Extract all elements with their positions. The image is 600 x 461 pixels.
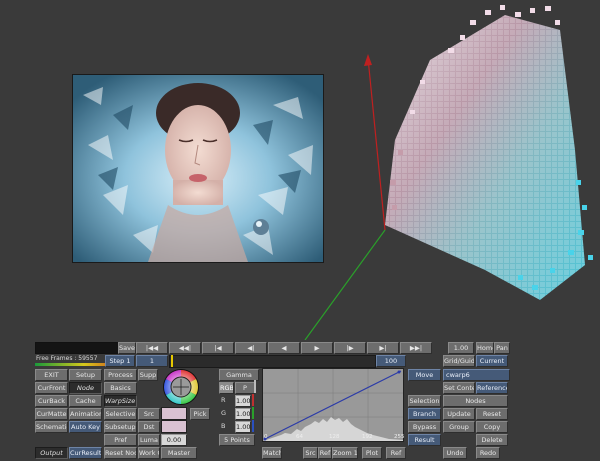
move-button[interactable]: Move (408, 369, 441, 381)
b-gamma-field[interactable]: 1.00 (235, 421, 251, 433)
animation-button[interactable]: Animation (69, 408, 102, 420)
r-gamma-indicator (252, 394, 254, 406)
group-button[interactable]: Group (443, 421, 475, 433)
curfront-button[interactable]: CurFront (35, 382, 68, 394)
transport-first-button[interactable]: |◀◀ (136, 342, 168, 354)
result-button[interactable]: Result (408, 434, 441, 446)
cache-button[interactable]: Cache (69, 395, 102, 407)
g-label: G (221, 409, 227, 417)
points-dropdown[interactable]: 5 Points (219, 434, 255, 446)
zoom-button[interactable]: Zoom 1.0 (332, 447, 358, 459)
b-label: B (221, 422, 226, 430)
node-name-field[interactable]: cwarp6 (443, 369, 510, 381)
undo-button[interactable]: Undo (443, 447, 467, 459)
master-dropdown[interactable]: Master (161, 447, 197, 459)
luma-value-field[interactable]: 0.00 (161, 434, 187, 446)
bypass-button[interactable]: Bypass (408, 421, 441, 433)
src-hist-button[interactable]: Src (303, 447, 318, 459)
hist-tick-255: 255 (394, 434, 405, 440)
save-button[interactable]: Save (118, 342, 136, 354)
supp-button[interactable]: Supp (138, 369, 158, 381)
redo-button[interactable]: Redo (476, 447, 500, 459)
image-viewer[interactable] (72, 74, 324, 263)
reference-button[interactable]: Reference (476, 382, 508, 394)
reset-node-button[interactable]: Reset Node (104, 447, 137, 459)
src-button[interactable]: Src (138, 408, 160, 420)
process-button[interactable]: Process (104, 369, 137, 381)
transport-step-fwd-button[interactable]: |▶ (334, 342, 366, 354)
src-swatch[interactable] (161, 407, 187, 420)
transport-back-button[interactable]: ◀| (235, 342, 267, 354)
dst-button[interactable]: Dst (138, 421, 160, 433)
hist-tick-64: 64 (296, 434, 303, 440)
update-button[interactable]: Update (443, 408, 475, 420)
plot-button[interactable]: Plot (362, 447, 382, 459)
set-context-button[interactable]: Set Context (443, 382, 475, 394)
color-cube-3d-view[interactable] (300, 0, 600, 340)
output-dropdown[interactable]: Output (35, 447, 68, 459)
viewer-image (73, 75, 323, 262)
transport-last-button[interactable]: ▶▶| (400, 342, 432, 354)
p-button[interactable]: P (235, 382, 255, 394)
rgb-button[interactable]: RGB (219, 382, 234, 394)
work-on-button[interactable]: Work On (138, 447, 160, 459)
current-frame-field[interactable]: 1 (136, 355, 168, 367)
hist-tick-192: 192 (362, 434, 373, 440)
curback-button[interactable]: CurBack (35, 395, 68, 407)
color-wheel[interactable] (162, 368, 200, 406)
transport-next-key-button[interactable]: ▶| (367, 342, 399, 354)
gamma-button[interactable]: Gamma (219, 369, 259, 381)
g-gamma-indicator (252, 407, 254, 419)
subsetups-button[interactable]: Subsetups (104, 421, 137, 433)
transport-prev-key-button[interactable]: ◀◀| (169, 342, 201, 354)
basics-dropdown[interactable]: Basics (104, 382, 137, 394)
current-button[interactable]: Current (476, 355, 508, 367)
match-button[interactable]: Match (262, 447, 282, 459)
step-button[interactable]: Step 1 (105, 355, 135, 367)
luma-button[interactable]: Luma (138, 434, 160, 446)
pref-button[interactable]: Pref (104, 434, 137, 446)
delete-button[interactable]: Delete (476, 434, 508, 446)
timeline-playhead[interactable] (171, 355, 173, 367)
home-button[interactable]: Home (476, 342, 494, 354)
hist-tick-0: 0 (264, 434, 268, 440)
curve-graph[interactable] (262, 368, 404, 442)
warpsize-dropdown[interactable]: WarpSize X (104, 395, 137, 407)
transport-step-back-button[interactable]: |◀ (202, 342, 234, 354)
end-frame-field[interactable]: 100 (376, 355, 406, 367)
curresult-button[interactable]: CurResult (69, 447, 102, 459)
setup-button[interactable]: Setup (69, 369, 102, 381)
ref-hist-button[interactable]: Ref (318, 447, 332, 459)
r-gamma-field[interactable]: 1.00 (235, 395, 251, 407)
exit-button[interactable]: EXIT (35, 369, 68, 381)
selective-button[interactable]: Selective (104, 408, 137, 420)
b-gamma-indicator (252, 420, 254, 432)
hist-tick-128: 128 (329, 434, 340, 440)
branch-button[interactable]: Branch (408, 408, 441, 420)
pick-button[interactable]: Pick (190, 408, 210, 420)
transport-play-reverse-button[interactable]: ◀ (268, 342, 300, 354)
pan-button[interactable]: Pan (494, 342, 510, 354)
copy-button[interactable]: Copy (476, 421, 508, 433)
axis-y-arrow (364, 54, 372, 66)
node-dropdown[interactable]: Node (69, 382, 102, 394)
g-gamma-field[interactable]: 1.00 (235, 408, 251, 420)
p-slider-indicator (254, 380, 256, 393)
schematic-button[interactable]: Schematic (35, 421, 68, 433)
curmatte-button[interactable]: CurMatte (35, 408, 68, 420)
zoom-value-field[interactable]: 1.00 (448, 342, 474, 354)
axis-x (304, 229, 386, 340)
selection-button[interactable]: Selection (408, 395, 441, 407)
dst-swatch[interactable] (161, 420, 187, 433)
timeline-slider[interactable] (169, 355, 376, 368)
nodes-button[interactable]: Nodes (443, 395, 508, 407)
r-label: R (221, 396, 226, 404)
axis-y (367, 57, 386, 231)
grid-guide-button[interactable]: Grid/Guide (443, 355, 475, 367)
transport-play-button[interactable]: ▶ (301, 342, 333, 354)
reset-button[interactable]: Reset (476, 408, 508, 420)
ref-plot-button[interactable]: Ref (386, 447, 406, 459)
autokey-button[interactable]: Auto Key (69, 421, 102, 433)
